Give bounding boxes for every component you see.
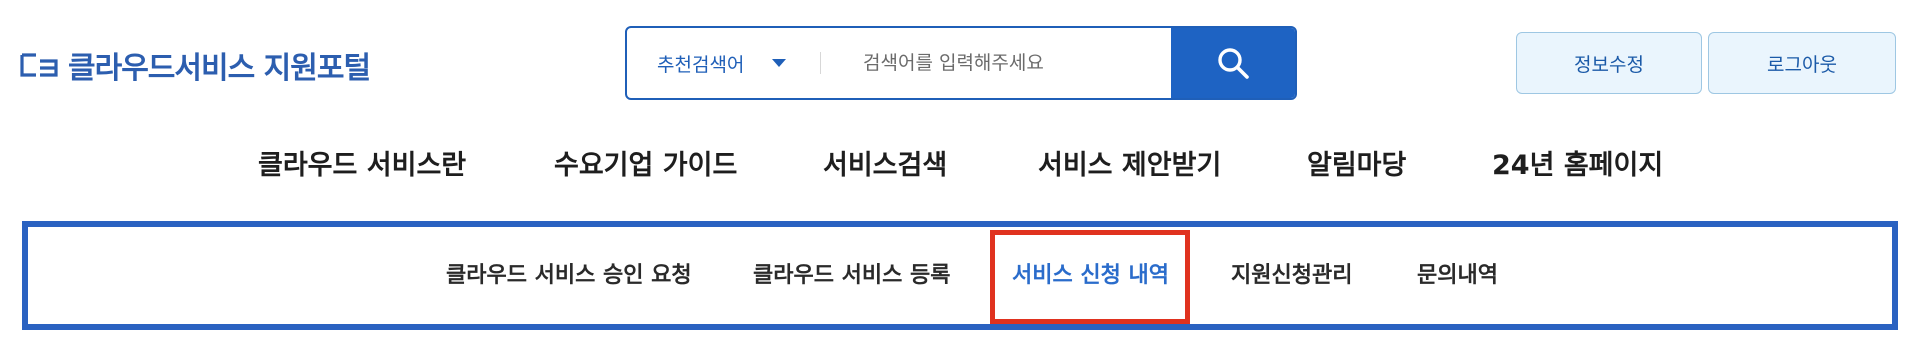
search-button[interactable] — [1171, 28, 1295, 98]
edit-info-button[interactable]: 정보수정 — [1516, 32, 1702, 94]
search-bar: 추천검색어 — [625, 26, 1297, 100]
cloud-service-logo-mark — [20, 53, 58, 77]
logout-button[interactable]: 로그아웃 — [1708, 32, 1896, 94]
nav-item-buyer-guide[interactable]: 수요기업 가이드 — [554, 146, 737, 186]
search-icon — [1218, 48, 1249, 79]
nav-item-service-proposal[interactable]: 서비스 제안받기 — [1038, 146, 1221, 186]
main-navigation: 클라우드 서비스란 수요기업 가이드 서비스검색 서비스 제안받기 알림마당 2… — [0, 146, 1920, 186]
site-title: 클라우드서비스 지원포털 — [68, 51, 371, 86]
subnav-item-approval-request[interactable]: 클라우드 서비스 승인 요청 — [446, 227, 692, 324]
nav-item-service-search[interactable]: 서비스검색 — [823, 146, 947, 186]
subnav-item-service-application-history[interactable]: 서비스 신청 내역 — [1012, 227, 1169, 324]
site-logo[interactable]: 클라우드서비스 지원포털 — [20, 45, 371, 86]
sub-navigation: 클라우드 서비스 승인 요청 클라우드 서비스 등록 서비스 신청 내역 지원신… — [22, 221, 1898, 330]
subnav-item-support-application-management[interactable]: 지원신청관리 — [1231, 227, 1352, 324]
nav-item-cloud-service-intro[interactable]: 클라우드 서비스란 — [258, 146, 466, 186]
nav-item-notice-board[interactable]: 알림마당 — [1307, 146, 1406, 186]
search-input[interactable] — [821, 28, 1171, 98]
nav-item-24-homepage[interactable]: 24년 홈페이지 — [1492, 146, 1663, 186]
subnav-item-service-registration[interactable]: 클라우드 서비스 등록 — [753, 227, 950, 324]
search-category-label: 추천검색어 — [657, 53, 745, 76]
chevron-down-icon — [772, 59, 787, 67]
subnav-item-inquiry-history[interactable]: 문의내역 — [1417, 227, 1498, 324]
search-category-dropdown[interactable]: 추천검색어 — [627, 28, 820, 98]
